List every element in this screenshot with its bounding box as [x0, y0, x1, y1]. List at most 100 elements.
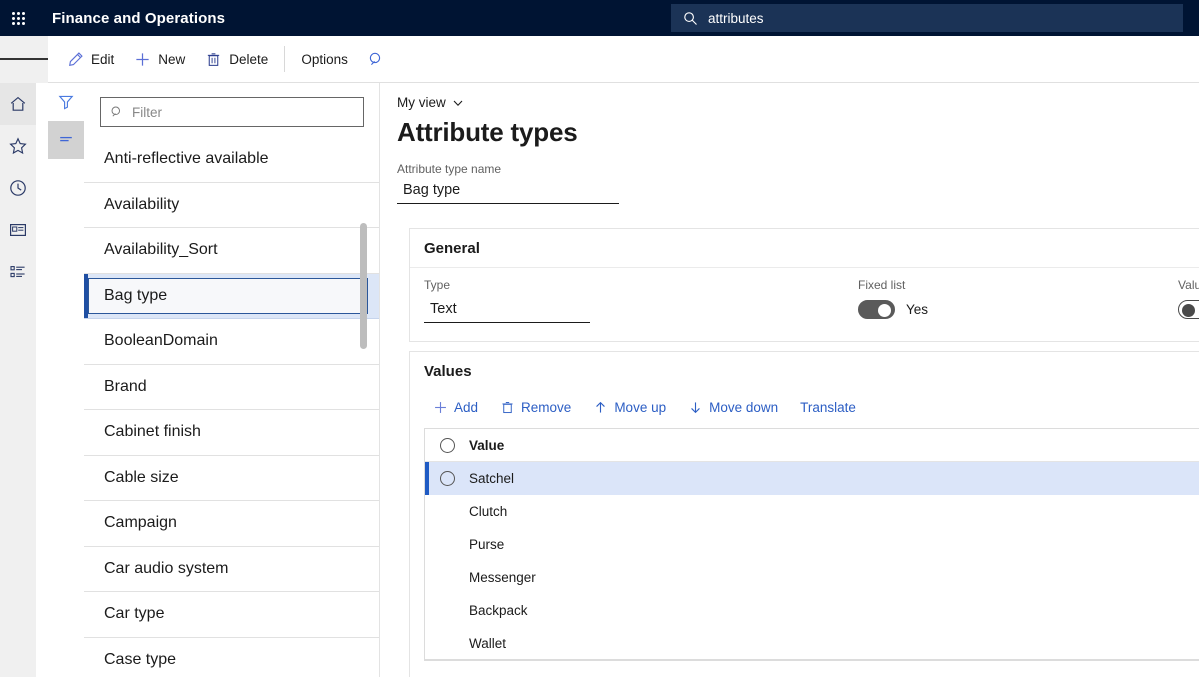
- add-button[interactable]: Add: [424, 393, 487, 421]
- workspace-icon: [8, 220, 28, 240]
- view-selector[interactable]: My view: [397, 95, 464, 110]
- fixed-list-state: Yes: [906, 302, 928, 317]
- list-icon: [8, 262, 28, 282]
- global-search-input[interactable]: attributes: [671, 4, 1183, 32]
- pencil-icon: [67, 51, 84, 68]
- trash-icon: [500, 400, 515, 415]
- table-row[interactable]: Messenger: [425, 561, 1199, 594]
- list-item-label: BooleanDomain: [104, 332, 218, 350]
- remove-label: Remove: [521, 400, 571, 415]
- list-item[interactable]: BooleanDomain: [84, 319, 380, 365]
- sidebar-item-recent[interactable]: [0, 167, 36, 209]
- options-label: Options: [301, 52, 348, 67]
- type-value: Text: [424, 301, 457, 317]
- table-row[interactable]: Backpack: [425, 594, 1199, 627]
- cell-value: Messenger: [469, 570, 536, 585]
- value-range-toggle[interactable]: [1178, 300, 1199, 319]
- sidebar-item-workspaces[interactable]: [0, 209, 36, 251]
- list-item-selected[interactable]: Bag type: [84, 274, 380, 320]
- edit-label: Edit: [91, 52, 114, 67]
- list-item[interactable]: Availability: [84, 183, 380, 229]
- list-panel-rail: [48, 83, 84, 677]
- page-title: Attribute types: [397, 117, 1199, 148]
- sidebar-item-home[interactable]: [0, 83, 36, 125]
- values-grid-header: Value: [425, 429, 1199, 462]
- main-content: My view Attribute types Attribute type n…: [381, 83, 1199, 677]
- cell-value: Wallet: [469, 636, 506, 651]
- sidebar-item-modules[interactable]: [0, 251, 36, 293]
- row-radio: [440, 537, 455, 552]
- row-radio[interactable]: [440, 471, 455, 486]
- row-radio: [440, 603, 455, 618]
- lines-icon: [57, 131, 75, 149]
- table-row[interactable]: Purse: [425, 528, 1199, 561]
- fixed-list-toggle[interactable]: [858, 300, 895, 319]
- filter-input[interactable]: Filter: [100, 97, 364, 127]
- list-item[interactable]: Cabinet finish: [84, 410, 380, 456]
- row-radio: [440, 570, 455, 585]
- type-input[interactable]: Text: [424, 295, 590, 323]
- app-launcher-icon[interactable]: [0, 0, 36, 36]
- translate-button[interactable]: Translate: [791, 393, 865, 421]
- list-item[interactable]: Case type: [84, 638, 380, 677]
- list-item[interactable]: Car audio system: [84, 547, 380, 593]
- sidebar-item-favorites[interactable]: [0, 125, 36, 167]
- home-icon: [8, 94, 28, 114]
- edit-button[interactable]: Edit: [57, 42, 124, 76]
- plus-icon: [134, 51, 151, 68]
- attribute-type-name-input[interactable]: Bag type: [397, 176, 619, 204]
- list-item[interactable]: Anti-reflective available: [84, 137, 380, 183]
- arrow-up-icon: [593, 400, 608, 415]
- options-button[interactable]: Options: [291, 42, 358, 76]
- chevron-down-icon: [452, 97, 464, 109]
- table-row[interactable]: Clutch: [425, 495, 1199, 528]
- list-item[interactable]: Cable size: [84, 456, 380, 502]
- list-item[interactable]: Brand: [84, 365, 380, 411]
- table-row[interactable]: Wallet: [425, 627, 1199, 660]
- remove-button[interactable]: Remove: [491, 393, 580, 421]
- new-label: New: [158, 52, 185, 67]
- delete-button[interactable]: Delete: [195, 42, 278, 76]
- list-item[interactable]: Availability_Sort: [84, 228, 380, 274]
- list-scrollbar[interactable]: [360, 223, 367, 349]
- attribute-type-name-field: Attribute type name Bag type: [397, 162, 1199, 204]
- clock-icon: [8, 178, 28, 198]
- search-icon: [110, 105, 124, 119]
- toggle-knob: [1182, 304, 1195, 317]
- select-all-radio[interactable]: [440, 438, 455, 453]
- cell-value: Backpack: [469, 603, 528, 618]
- move-up-button[interactable]: Move up: [584, 393, 675, 421]
- translate-label: Translate: [800, 400, 856, 415]
- row-radio: [440, 636, 455, 651]
- attribute-type-name-label: Attribute type name: [397, 162, 1199, 176]
- command-bar: Edit New Delete Options: [0, 36, 1199, 83]
- list-item-label: Car audio system: [104, 560, 229, 578]
- toolbar-divider: [284, 46, 285, 72]
- cell-value: Purse: [469, 537, 504, 552]
- fixed-list-label: Fixed list: [858, 278, 928, 292]
- values-toolbar: Add Remove Move up Move down: [410, 390, 1199, 424]
- attribute-type-list-panel: Filter Anti-reflective available Availab…: [84, 83, 380, 677]
- value-range-field: Value range No: [1164, 278, 1199, 319]
- filter-tab[interactable]: [48, 83, 84, 121]
- toolbar-search-button[interactable]: [358, 42, 396, 76]
- list-item-label: Campaign: [104, 514, 177, 532]
- cell-value: Clutch: [469, 504, 507, 519]
- move-down-button[interactable]: Move down: [679, 393, 787, 421]
- table-row[interactable]: Satchel: [425, 462, 1199, 495]
- general-section: General Type Text Fixed list Yes Value r…: [409, 228, 1199, 342]
- plus-icon: [433, 400, 448, 415]
- list-item[interactable]: Car type: [84, 592, 380, 638]
- list-item-label: Cable size: [104, 469, 179, 487]
- hamburger-menu-icon[interactable]: [0, 36, 48, 83]
- new-button[interactable]: New: [124, 42, 195, 76]
- arrow-down-icon: [688, 400, 703, 415]
- list-tab[interactable]: [48, 121, 84, 159]
- list-item[interactable]: Campaign: [84, 501, 380, 547]
- type-label: Type: [424, 278, 590, 292]
- list-item-label: Case type: [104, 651, 176, 669]
- list-item-label: Anti-reflective available: [104, 150, 269, 168]
- move-down-label: Move down: [709, 400, 778, 415]
- app-header: Finance and Operations attributes: [0, 0, 1199, 36]
- app-title: Finance and Operations: [52, 10, 225, 27]
